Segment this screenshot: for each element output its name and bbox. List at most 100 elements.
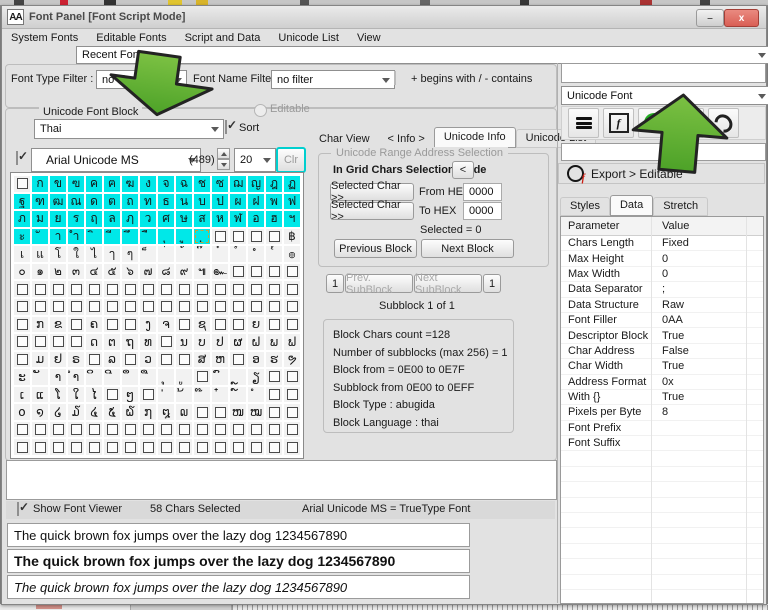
grid-cell[interactable]: ຮ [266, 351, 282, 368]
table-row[interactable]: Address Format 0x [561, 375, 763, 390]
tab-unicode-info[interactable]: Unicode Info [433, 127, 516, 148]
grid-cell[interactable] [86, 351, 102, 368]
table-row[interactable]: Chars Length Fixed [561, 236, 763, 252]
next-block-button[interactable]: Next Block [421, 239, 514, 258]
grid-cell[interactable]: ศ [158, 211, 174, 227]
table-row[interactable]: Max Width 0 [561, 267, 763, 283]
grid-cell[interactable]: ห [212, 211, 228, 227]
grid-cell[interactable]: ฦ [122, 211, 138, 227]
grid-cell[interactable]: ฺ [194, 228, 210, 245]
grid-cell[interactable]: ผ [230, 193, 246, 210]
grid-cell[interactable]: ๏ [284, 246, 300, 262]
grid-cell[interactable] [194, 421, 210, 438]
grid-cell[interactable] [158, 421, 174, 438]
grid-cell[interactable]: ັ [32, 369, 48, 385]
grid-cell[interactable] [230, 439, 246, 455]
grid-cell[interactable]: ຢ [50, 351, 66, 368]
tab-info[interactable]: < Info > [379, 131, 434, 148]
grid-cell[interactable] [248, 298, 264, 315]
grid-cell[interactable]: ະ [14, 369, 30, 385]
grid-cell[interactable]: ຄ [86, 316, 102, 333]
grid-cell[interactable]: ໔ [86, 404, 102, 420]
grid-cell[interactable]: ั [32, 228, 48, 245]
grid-cell[interactable]: ຊ [194, 316, 210, 333]
grid-cell[interactable] [212, 421, 228, 438]
grid-cell[interactable]: น [176, 193, 192, 210]
grid-cell[interactable] [104, 316, 120, 333]
grid-cell[interactable] [14, 176, 30, 192]
grid-cell[interactable] [140, 386, 156, 403]
grid-cell[interactable]: ช [194, 176, 210, 192]
grid-cell[interactable]: ๔ [86, 263, 102, 280]
menu-view[interactable]: View [348, 32, 390, 44]
grid-cell[interactable]: ร [68, 211, 84, 227]
grid-cell[interactable]: ๙ [176, 263, 192, 280]
table-row[interactable] [561, 590, 763, 603]
right-mid-field[interactable] [561, 143, 766, 161]
grid-cell[interactable]: ໙ [176, 404, 192, 420]
grid-cell[interactable]: โ [50, 246, 66, 262]
grid-cell[interactable]: ຖ [122, 334, 138, 350]
last-subblock-button[interactable]: 1 [483, 274, 501, 293]
grid-cell[interactable]: ๅ [104, 246, 120, 262]
grid-cell[interactable] [248, 281, 264, 297]
grid-cell[interactable] [122, 351, 138, 368]
grid-cell[interactable]: ู [176, 228, 192, 245]
grid-cell[interactable] [266, 316, 282, 333]
grid-cell[interactable]: ฏ [284, 176, 300, 192]
table-row[interactable] [561, 575, 763, 590]
table-row[interactable] [561, 559, 763, 575]
grid-cell[interactable] [122, 439, 138, 455]
grid-cell[interactable] [86, 421, 102, 438]
grid-cell[interactable]: ป [212, 193, 228, 210]
grid-cell[interactable]: ປ [212, 334, 228, 350]
grid-cell[interactable]: เ [14, 246, 30, 262]
preview-regular[interactable]: The quick brown fox jumps over the lazy … [7, 523, 470, 547]
grid-cell[interactable]: ຣ [68, 351, 84, 368]
grid-cell[interactable]: ๘ [158, 263, 174, 280]
grid-cell[interactable]: ນ [176, 334, 192, 350]
grid-cell[interactable]: ໊ [194, 386, 210, 403]
preview-italic[interactable]: The quick brown fox jumps over the lazy … [7, 575, 470, 599]
table-row[interactable] [561, 482, 763, 498]
font-type-filter-combo[interactable]: no filter [96, 70, 187, 89]
grid-cell[interactable] [158, 334, 174, 350]
run-button[interactable] [638, 108, 669, 138]
grid-cell[interactable]: ๓ [68, 263, 84, 280]
grid-cell[interactable]: ๊ [194, 246, 210, 262]
grid-cell[interactable]: ງ [140, 316, 156, 333]
grid-cell[interactable]: ຽ [248, 369, 264, 385]
grid-cell[interactable] [212, 404, 228, 420]
grid-cell[interactable]: ຼ [230, 369, 246, 385]
minimize-button[interactable]: – [696, 9, 724, 27]
grid-cell[interactable]: ๗ [140, 263, 156, 280]
grid-cell[interactable] [212, 298, 228, 315]
grid-cell[interactable] [230, 351, 246, 368]
grid-cell[interactable] [32, 298, 48, 315]
grid-cell[interactable] [104, 298, 120, 315]
grid-cell[interactable]: ก [32, 176, 48, 192]
grid-cell[interactable] [50, 421, 66, 438]
grid-cell[interactable]: ໆ [122, 386, 138, 403]
grid-cell[interactable] [284, 369, 300, 385]
grid-cell[interactable] [212, 439, 228, 455]
grid-cell[interactable] [230, 316, 246, 333]
grid-cell[interactable] [284, 316, 300, 333]
grid-cell[interactable]: ຶ [122, 369, 138, 385]
grid-cell[interactable]: ส [194, 211, 210, 227]
grid-cell[interactable] [86, 298, 102, 315]
grid-cell[interactable]: ๛ [212, 263, 228, 280]
grid-cell[interactable]: ໄ [86, 386, 102, 403]
tab-char-view[interactable]: Char View [310, 131, 379, 148]
from-hex-input[interactable]: 0000 [463, 183, 502, 201]
grid-cell[interactable]: ฎ [266, 176, 282, 192]
grid-cell[interactable]: ษ [176, 211, 192, 227]
grid-cell[interactable] [158, 439, 174, 455]
grid-cell[interactable] [104, 421, 120, 438]
previous-block-button[interactable]: Previous Block [334, 239, 417, 258]
grid-cell[interactable] [212, 228, 228, 245]
grid-cell[interactable]: ๕ [104, 263, 120, 280]
grid-cell[interactable] [194, 369, 210, 385]
grid-cell[interactable]: າ [50, 369, 66, 385]
grid-cell[interactable] [50, 439, 66, 455]
